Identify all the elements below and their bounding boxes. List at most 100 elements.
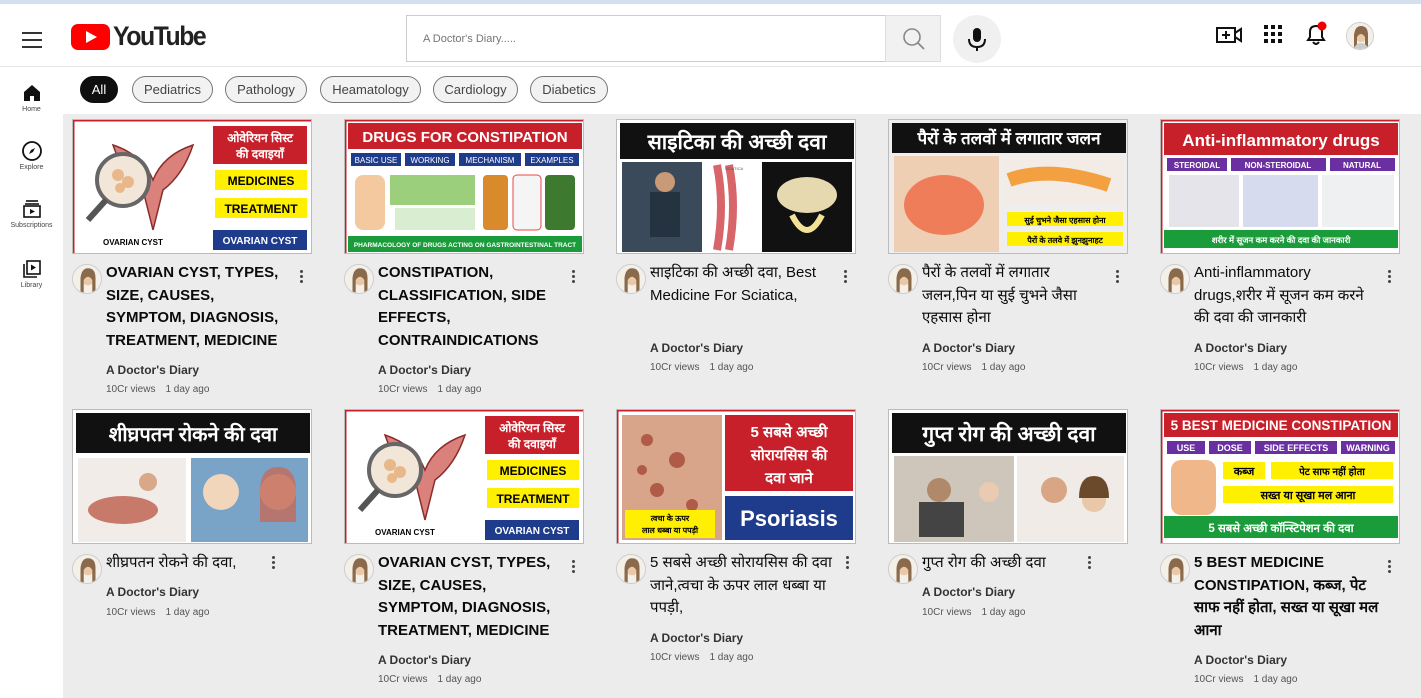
channel-avatar[interactable] <box>616 554 646 584</box>
svg-text:EXAMPLES: EXAMPLES <box>530 156 573 165</box>
video-meta: 10Cr views 1 day ago <box>378 674 481 685</box>
video-add-icon <box>1216 27 1242 43</box>
video-title[interactable]: पैरों के तलवों में लगातार जलन,पिन या सुई… <box>922 262 1107 330</box>
video-thumbnail[interactable]: 5 BEST MEDICINE CONSTIPATION USE DOSE SI… <box>1160 409 1400 544</box>
sidebar-item-library[interactable]: Library <box>0 258 63 310</box>
more-options-icon[interactable] <box>1384 268 1394 286</box>
thumb-title: गुप्त रोग की अच्छी दवा <box>921 421 1097 448</box>
video-title[interactable]: CONSTIPATION, CLASSIFICATION, SIDE EFFEC… <box>378 262 563 352</box>
thumb-line: कब्ज <box>1233 466 1255 478</box>
more-options-icon[interactable] <box>296 268 306 286</box>
chip-diabetics[interactable]: Diabetics <box>530 76 608 103</box>
video-thumbnail[interactable]: ओवेरियन सिस्ट की दवाइयाँ MEDICINES TREAT… <box>72 119 312 254</box>
svg-text:की दवाइयाँ: की दवाइयाँ <box>235 147 285 161</box>
chip-pediatrics[interactable]: Pediatrics <box>132 76 213 103</box>
video-title[interactable]: OVARIAN CYST, TYPES, SIZE, CAUSES, SYMPT… <box>106 262 291 352</box>
video-thumbnail[interactable]: शीघ्रपतन रोकने की दवा <box>72 409 312 544</box>
thumb-title: साइटिका की अच्छी दवा <box>647 129 828 154</box>
channel-name[interactable]: A Doctor's Diary <box>378 363 471 377</box>
voice-search-button[interactable] <box>953 15 1001 63</box>
search-button[interactable] <box>885 15 941 62</box>
channel-avatar[interactable] <box>72 264 102 294</box>
account-avatar[interactable] <box>1346 22 1374 50</box>
video-thumbnail[interactable]: Anti-inflammatory drugs STEROIDAL NON-ST… <box>1160 119 1400 254</box>
more-options-icon[interactable] <box>840 268 850 286</box>
video-meta: 10Cr views 1 day ago <box>1194 362 1297 373</box>
channel-avatar[interactable] <box>1160 264 1190 294</box>
channel-name[interactable]: A Doctor's Diary <box>106 363 199 377</box>
more-options-icon[interactable] <box>842 554 852 572</box>
video-title[interactable]: 5 BEST MEDICINE CONSTIPATION, कब्ज, पेट … <box>1194 552 1379 642</box>
channel-name[interactable]: A Doctor's Diary <box>922 341 1015 355</box>
masthead: YouTube <box>0 4 1421 67</box>
video-title[interactable]: Anti-inflammatory drugs,शरीर में सूजन कम… <box>1194 262 1379 330</box>
channel-name[interactable]: A Doctor's Diary <box>1194 341 1287 355</box>
upload-age: 1 day ago <box>437 384 482 395</box>
channel-avatar[interactable] <box>1160 554 1190 584</box>
video-title[interactable]: गुप्त रोग की अच्छी दवा <box>922 552 1107 575</box>
youtube-logo[interactable]: YouTube <box>71 21 213 52</box>
create-video-button[interactable] <box>1214 21 1244 49</box>
video-title[interactable]: शीघ्रपतन रोकने की दवा, <box>106 552 291 575</box>
video-thumbnail[interactable]: पैरों के तलवों में लगातार जलन सुई चुभने … <box>888 119 1128 254</box>
video-title[interactable]: OVARIAN CYST, TYPES, SIZE, CAUSES, SYMPT… <box>378 552 563 642</box>
thumb-line: पेट साफ नहीं होता <box>1298 465 1365 478</box>
channel-avatar[interactable] <box>344 554 374 584</box>
chip-cardiology[interactable]: Cardiology <box>433 76 518 103</box>
channel-name[interactable]: A Doctor's Diary <box>1194 653 1287 667</box>
apps-button[interactable] <box>1262 23 1284 45</box>
video-meta: 10Cr views 1 day ago <box>922 362 1025 373</box>
video-title[interactable]: 5 सबसे अच्छी सोरायसिस की दवा जाने,त्वचा … <box>650 552 835 620</box>
sidebar-label: Explore <box>19 164 44 171</box>
thumb-tag: MEDICINES <box>500 464 567 478</box>
more-options-icon[interactable] <box>1384 558 1394 576</box>
video-thumbnail[interactable]: गुप्त रोग की अच्छी दवा <box>888 409 1128 544</box>
chip-pathology[interactable]: Pathology <box>225 76 307 103</box>
sidebar-item-home[interactable]: Home <box>0 82 63 134</box>
hamburger-icon <box>22 32 42 34</box>
svg-text:NATURAL: NATURAL <box>1343 161 1381 170</box>
apps-grid-icon <box>1264 25 1282 43</box>
more-options-icon[interactable] <box>1084 554 1094 572</box>
svg-text:USE: USE <box>1177 443 1196 453</box>
sidebar-item-explore[interactable]: Explore <box>0 140 63 192</box>
channel-avatar[interactable] <box>888 554 918 584</box>
video-thumbnail[interactable]: ओवेरियन सिस्ट की दवाइयाँ MEDICINES TREAT… <box>344 409 584 544</box>
home-icon <box>23 85 40 101</box>
video-title[interactable]: साइटिका की अच्छी दवा, Best Medicine For … <box>650 262 835 307</box>
channel-avatar[interactable] <box>616 264 646 294</box>
svg-text:MECHANISM: MECHANISM <box>466 156 515 165</box>
channel-avatar[interactable] <box>72 554 102 584</box>
more-options-icon[interactable] <box>568 268 578 286</box>
video-meta: 10Cr views 1 day ago <box>650 362 753 373</box>
channel-name[interactable]: A Doctor's Diary <box>650 341 743 355</box>
thumb-title: DRUGS FOR CONSTIPATION <box>362 129 567 146</box>
chip-all[interactable]: All <box>80 76 118 103</box>
more-options-icon[interactable] <box>268 554 278 572</box>
channel-name[interactable]: A Doctor's Diary <box>922 585 1015 599</box>
channel-avatar[interactable] <box>888 264 918 294</box>
video-thumbnail[interactable]: त्वचा के ऊपर लाल धब्बा या पपड़ी 5 सबसे अ… <box>616 409 856 544</box>
thumb-tag: MEDICINES <box>228 174 295 188</box>
thumb-title: पैरों के तलवों में लगातार जलन <box>916 128 1101 148</box>
more-options-icon[interactable] <box>1112 268 1122 286</box>
search-icon <box>903 28 925 50</box>
svg-text:दवा जाने: दवा जाने <box>764 469 813 487</box>
video-meta: 10Cr views 1 day ago <box>1194 674 1297 685</box>
channel-name[interactable]: A Doctor's Diary <box>106 585 199 599</box>
sidebar-item-subscriptions[interactable]: Subscriptions <box>0 198 63 250</box>
video-thumbnail[interactable]: DRUGS FOR CONSTIPATION BASIC USE WORKING… <box>344 119 584 254</box>
menu-button[interactable] <box>14 28 50 52</box>
svg-text:सोरायसिस की: सोरायसिस की <box>750 446 829 464</box>
view-count: 10Cr views <box>650 652 700 663</box>
channel-avatar[interactable] <box>344 264 374 294</box>
notifications-button[interactable] <box>1302 20 1330 48</box>
thumb-note: त्वचा के ऊपर <box>650 513 690 523</box>
video-thumbnail[interactable]: साइटिका की अच्छी दवा SCIATICA <box>616 119 856 254</box>
more-options-icon[interactable] <box>568 558 578 576</box>
search-input[interactable] <box>406 15 886 62</box>
chip-heamatology[interactable]: Heamatology <box>320 76 421 103</box>
channel-name[interactable]: A Doctor's Diary <box>378 653 471 667</box>
view-count: 10Cr views <box>378 674 428 685</box>
channel-name[interactable]: A Doctor's Diary <box>650 631 743 645</box>
